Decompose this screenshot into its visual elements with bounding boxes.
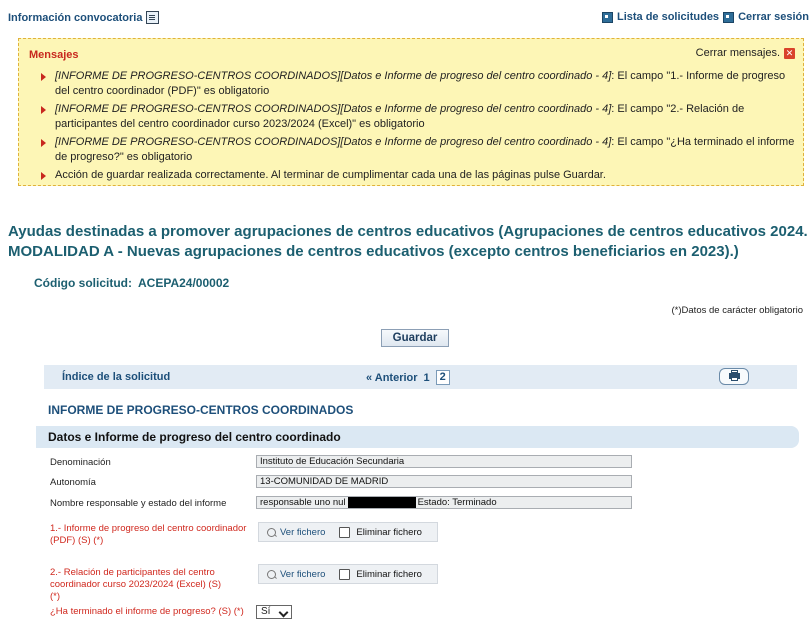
denominacion-label: Denominación [50,457,111,468]
redacted-block [347,497,416,508]
logout-icon [723,11,735,23]
request-code-value: ACEPA24/00002 [138,276,230,290]
autonomia-field: 13-COMUNIDAD DE MADRID [256,475,632,488]
message-item: [INFORME DE PROGRESO-CENTROS COORDINADOS… [41,69,797,99]
messages-title: Mensajes [29,49,79,61]
terminado-label: ¿Ha terminado el informe de progreso? (S… [50,606,244,617]
delete-file-label: Eliminar fichero [356,568,422,580]
info-link[interactable]: Información convocatoria [8,11,160,24]
view-file-link[interactable]: Ver fichero [267,569,325,580]
view-file-icon[interactable] [267,569,276,579]
subsection-header: Datos e Informe de progreso del centro c… [36,426,799,448]
view-file-icon[interactable] [267,527,276,537]
pagination-bar: Índice de la solicitud « Anterior 1 2 [44,365,797,389]
responsable-value: responsable uno nul [260,497,346,508]
printer-icon [729,370,740,381]
message-item: [INFORME DE PROGRESO-CENTROS COORDINADOS… [41,102,797,132]
estado-value: Estado: Terminado [417,497,497,508]
top-right-links: Lista de solicitudes Cerrar sesión [601,11,809,23]
request-code: Código solicitud: ACEPA24/00002 [34,276,229,290]
view-file-link[interactable]: Ver fichero [267,527,325,538]
terminado-value[interactable]: Sí [261,606,270,617]
save-button[interactable]: Guardar [381,329,449,347]
document-icon[interactable] [146,11,160,24]
message-text: Acción de guardar realizada correctament… [55,169,606,181]
page-title: Ayudas destinadas a promover agrupacione… [8,223,808,260]
logout-link[interactable]: Cerrar sesión [738,11,809,23]
denominacion-field: Instituto de Educación Secundaria [256,455,632,468]
subsection-title: Datos e Informe de progreso del centro c… [48,430,341,444]
responsable-field: responsable uno nul Estado: Terminado [256,496,632,509]
page-navigation: « Anterior 1 2 [366,370,450,385]
close-messages-button[interactable]: Cerrar mensajes. ✕ [696,47,795,59]
required-note: (*)Datos de carácter obligatorio [671,305,803,316]
close-icon[interactable]: ✕ [784,47,795,59]
print-button[interactable] [719,368,749,385]
top-bar: Información convocatoria Lista de solici… [0,8,809,26]
informe-label: 1.- Informe de progreso del centro coord… [50,523,247,546]
close-messages-label[interactable]: Cerrar mensajes. [696,47,780,59]
relacion-label: 2.- Relación de participantes del centro… [50,567,222,602]
message-prefix: [INFORME DE PROGRESO-CENTROS COORDINADOS… [55,103,612,115]
relacion-file-box: Ver fichero Eliminar fichero [258,564,438,584]
messages-panel: Mensajes Cerrar mensajes. ✕ [INFORME DE … [18,38,804,186]
messages-list: [INFORME DE PROGRESO-CENTROS COORDINADOS… [41,69,797,186]
autonomia-label: Autonomía [50,477,96,488]
list-link[interactable]: Lista de solicitudes [617,11,719,23]
delete-file-checkbox[interactable] [339,568,351,580]
message-prefix: [INFORME DE PROGRESO-CENTROS COORDINADOS… [55,136,612,148]
page-1-link[interactable]: 1 [424,372,430,384]
page-2-current[interactable]: 2 [435,370,450,385]
info-link-label[interactable]: Información convocatoria [8,12,142,24]
section-title: INFORME DE PROGRESO-CENTROS COORDINADOS [48,403,354,417]
responsable-label: Nombre responsable y estado del informe [50,498,227,509]
message-prefix: [INFORME DE PROGRESO-CENTROS COORDINADOS… [55,70,612,82]
message-item: Acción de guardar realizada correctament… [41,168,797,183]
view-file-label[interactable]: Ver fichero [280,569,325,580]
chevron-down-icon[interactable] [278,607,289,618]
view-file-label[interactable]: Ver fichero [280,527,325,538]
delete-file-label: Eliminar fichero [356,526,422,538]
delete-file-checkbox[interactable] [339,526,351,538]
message-item: [INFORME DE PROGRESO-CENTROS COORDINADOS… [41,135,797,165]
index-link[interactable]: Índice de la solicitud [62,371,170,383]
request-code-label: Código solicitud: [34,276,132,290]
previous-page-link[interactable]: « Anterior [366,372,418,384]
informe-file-box: Ver fichero Eliminar fichero [258,522,438,542]
list-icon [601,11,613,23]
